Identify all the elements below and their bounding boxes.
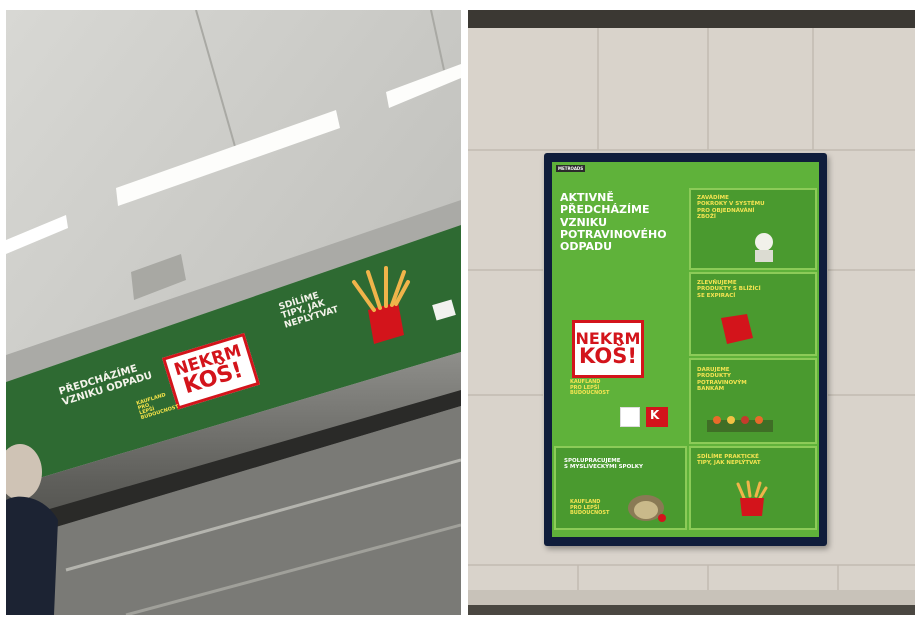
escalator-scene [6, 10, 461, 615]
cell-ordering-title: ZAVÁDÍME POKROKY V SYSTÉMU PRO OBJEDNÁVÁ… [697, 195, 765, 220]
poster: METROADS AKTIVNĚ PŘEDCHÁZÍME VZNIKU POTR… [552, 162, 819, 537]
cell-hunters-title: SPOLUPRACUJEME S MYSLIVECKÝMI SPOLKY [564, 458, 643, 471]
poster-headline: AKTIVNĚ PŘEDCHÁZÍME VZNIKU POTRAVINOVÉHO… [560, 191, 667, 254]
hedgehog-icon [628, 495, 666, 522]
kaufland-k-icon: K [650, 408, 660, 422]
poster-photo: METROADS AKTIVNĚ PŘEDCHÁZÍME VZNIKU POTR… [468, 10, 915, 615]
nekrm-kos-logo-poster: NEKRM KOŠ! [572, 320, 644, 378]
discount-tag-icon [721, 314, 753, 344]
food-crate-icon [707, 416, 773, 432]
kaufland-tagline-poster: KAUFLAND pro LEPŠÍ BUDOUCNOST [570, 379, 610, 396]
cell-tips-title: SDÍLÍME PRAKTICKÉ TIPY, JAK NEPLÝTVAT [697, 454, 761, 467]
fries-icon [736, 480, 768, 516]
logo-line2: KOŠ! [579, 343, 637, 368]
escalator-photo: PŘEDCHÁZÍME VZNIKU ODPADU NEKRM KOŠ! KAU… [6, 10, 461, 615]
kaufland-logo-box [620, 407, 640, 427]
cell-food-banks-title: DARUJEME PRODUKTY POTRAVINOVÝM BANKÁM [697, 367, 747, 392]
cell-discounts-title: ZLEVŇUJEME PRODUKTY S BLÍŽÍCÍ SE EXPIRAC… [697, 280, 761, 299]
robot-icon [755, 233, 773, 262]
kaufland-tagline-bottom: KAUFLAND pro LEPŠÍ BUDOUCNOST [570, 499, 610, 516]
corner-label: METROADS [556, 165, 586, 172]
